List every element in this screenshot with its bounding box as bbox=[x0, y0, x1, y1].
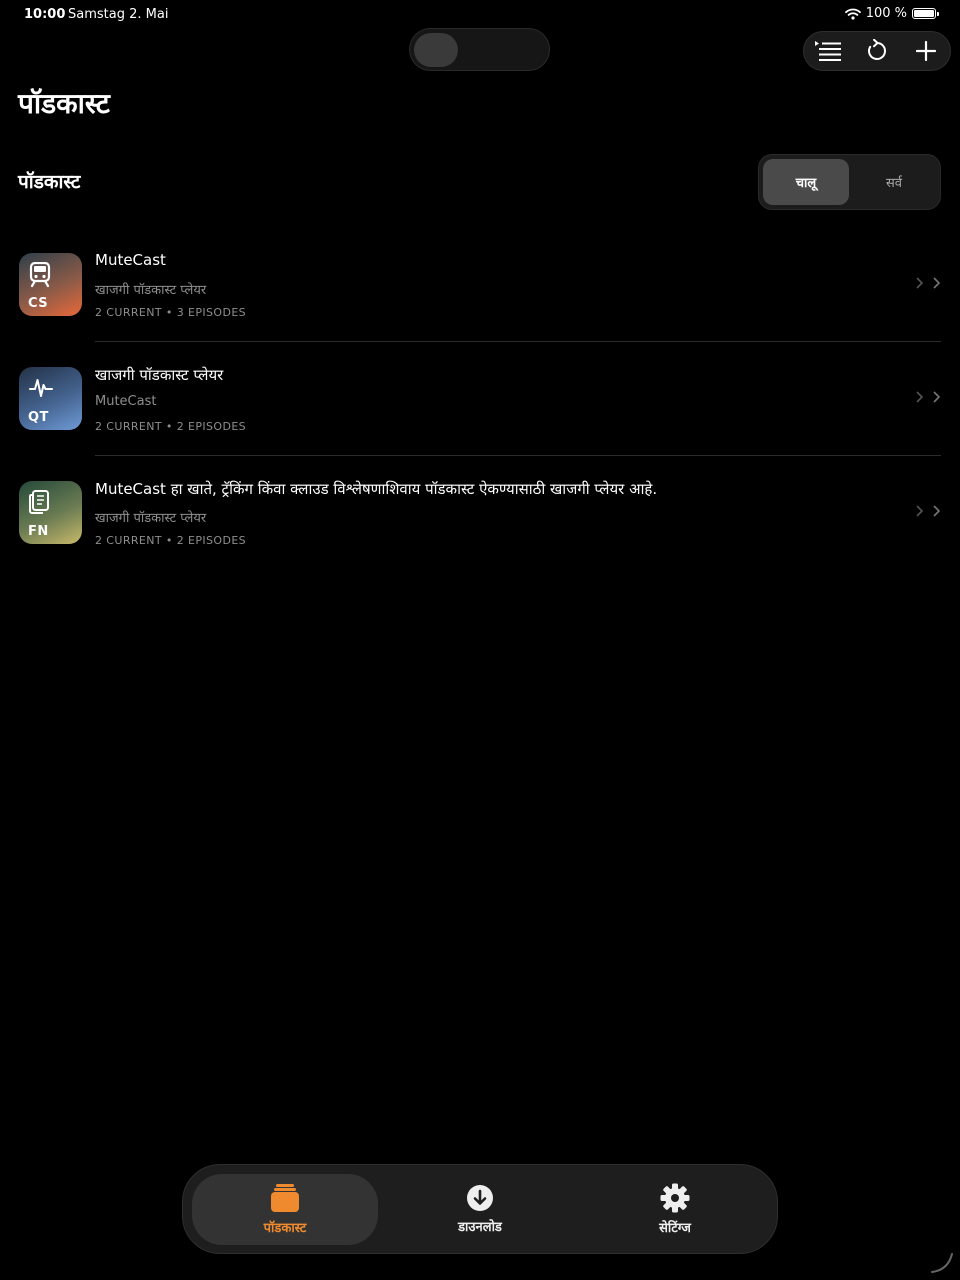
podcast-meta: 2 CURRENT • 2 EPISODES bbox=[95, 420, 247, 433]
status-indicators: 100 % bbox=[844, 6, 939, 21]
gear-icon bbox=[660, 1183, 690, 1213]
refresh-button[interactable] bbox=[859, 33, 895, 69]
list-button[interactable] bbox=[810, 33, 846, 69]
tab-podcasts[interactable]: पॉडकास्ट bbox=[192, 1174, 378, 1245]
add-podcast-button[interactable] bbox=[908, 33, 944, 69]
filter-current-button[interactable]: चालू bbox=[763, 159, 849, 205]
podcast-row[interactable]: FN MuteCast हा खाते, ट्रॅकिंग किंवा क्ला… bbox=[0, 456, 960, 570]
artwork-code: CS bbox=[28, 296, 49, 311]
podcast-title: खाजगी पॉडकास्ट प्लेयर bbox=[95, 366, 224, 384]
train-icon bbox=[29, 262, 51, 288]
tab-downloads[interactable]: डाउनलोड bbox=[387, 1174, 573, 1245]
tab-label: पॉडकास्ट bbox=[263, 1221, 307, 1236]
download-icon bbox=[467, 1185, 493, 1211]
podcast-subtitle: खाजगी पॉडकास्ट प्लेयर bbox=[95, 283, 207, 298]
battery-icon bbox=[912, 8, 939, 19]
wifi-icon bbox=[844, 8, 861, 20]
filter-all-button[interactable]: सर्व bbox=[851, 159, 937, 205]
podcast-title: MuteCast हा खाते, ट्रॅकिंग किंवा क्लाउड … bbox=[95, 480, 658, 498]
podcast-subtitle: MuteCast bbox=[95, 394, 157, 409]
podcast-artwork: CS bbox=[19, 253, 82, 316]
podcast-subtitle: खाजगी पॉडकास्ट प्लेयर bbox=[95, 511, 207, 526]
page-title: पॉडकास्ट bbox=[18, 87, 110, 120]
podcast-title: MuteCast bbox=[95, 251, 166, 269]
waveform-icon bbox=[29, 379, 53, 397]
artwork-code: FN bbox=[28, 524, 49, 539]
battery-percent: 100 % bbox=[865, 6, 907, 21]
chevron-right-icon bbox=[916, 391, 940, 403]
tab-label: सेटिंग्ज bbox=[659, 1221, 691, 1236]
status-time: 10:00 bbox=[24, 7, 66, 22]
resize-corner-icon bbox=[931, 1253, 953, 1273]
status-date: Samstag 2. Mai bbox=[68, 7, 169, 22]
podcast-row[interactable]: CS MuteCast खाजगी पॉडकास्ट प्लेयर 2 CURR… bbox=[0, 228, 960, 342]
artwork-code: QT bbox=[28, 410, 49, 425]
tab-settings[interactable]: सेटिंग्ज bbox=[582, 1174, 768, 1245]
toggle-knob bbox=[414, 33, 458, 67]
podcast-artwork: QT bbox=[19, 367, 82, 430]
podcast-row[interactable]: QT खाजगी पॉडकास्ट प्लेयर MuteCast 2 CURR… bbox=[0, 342, 960, 456]
section-title: पॉडकास्ट bbox=[18, 171, 81, 193]
chevron-right-icon bbox=[916, 505, 940, 517]
status-bar: 10:00 Samstag 2. Mai 100 % bbox=[0, 0, 960, 30]
refresh-icon bbox=[868, 39, 886, 60]
podcast-list: CS MuteCast खाजगी पॉडकास्ट प्लेयर 2 CURR… bbox=[0, 228, 960, 570]
list-icon bbox=[815, 41, 842, 61]
tab-bar: पॉडकास्ट डाउनलोड सेटिंग्ज bbox=[182, 1164, 778, 1254]
podcast-artwork: FN bbox=[19, 481, 82, 544]
chevron-right-icon bbox=[916, 277, 940, 289]
filter-segmented-control: चालू सर्व bbox=[758, 154, 941, 210]
podcast-meta: 2 CURRENT • 3 EPISODES bbox=[95, 306, 247, 319]
tab-label: डाउनलोड bbox=[458, 1220, 502, 1235]
plus-icon bbox=[915, 41, 936, 61]
podcast-meta: 2 CURRENT • 2 EPISODES bbox=[95, 534, 247, 547]
top-toggle-pill[interactable] bbox=[409, 28, 550, 71]
document-icon bbox=[29, 490, 49, 514]
podcasts-icon bbox=[271, 1184, 299, 1212]
toolbar bbox=[803, 31, 951, 71]
